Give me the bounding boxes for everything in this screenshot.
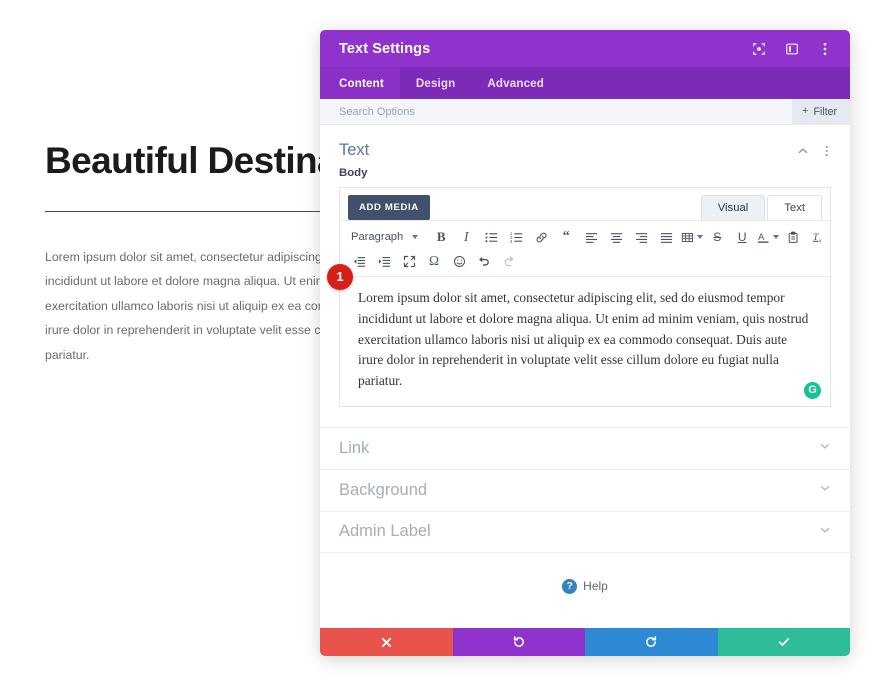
help-link[interactable]: ? Help: [320, 578, 850, 594]
tab-text[interactable]: Text: [767, 195, 822, 220]
blockquote-icon[interactable]: “: [556, 227, 576, 247]
step-badge: 1: [327, 264, 353, 290]
accordion-link-label: Link: [339, 438, 370, 457]
numbered-list-icon[interactable]: 1 2 3: [506, 227, 526, 247]
align-right-icon[interactable]: [631, 227, 651, 247]
more-vertical-icon[interactable]: [814, 38, 836, 60]
table-chevron-down-icon: [697, 235, 704, 239]
outdent-icon[interactable]: [349, 251, 369, 271]
italic-icon[interactable]: I: [456, 227, 476, 247]
modal-tabs: Content Design Advanced: [320, 67, 850, 99]
bold-icon[interactable]: B: [431, 227, 451, 247]
redo-button[interactable]: [585, 628, 718, 656]
link-icon[interactable]: [531, 227, 551, 247]
fullscreen-icon[interactable]: [399, 251, 419, 271]
modal-title: Text Settings: [339, 40, 431, 57]
accordion-link[interactable]: Link: [320, 426, 850, 469]
accordion-background-label: Background: [339, 480, 428, 499]
align-justify-icon[interactable]: [656, 227, 676, 247]
grammarly-icon[interactable]: G: [804, 381, 821, 399]
discard-button[interactable]: [320, 628, 453, 656]
accordion-background[interactable]: Background: [320, 468, 850, 511]
body-field-label: Body: [339, 167, 368, 179]
bulleted-list-icon[interactable]: [481, 227, 501, 247]
search-bar: + Filter: [320, 98, 850, 125]
chevron-down-icon: [819, 481, 831, 499]
editor-topbar: ADD MEDIA Visual Text: [340, 188, 830, 220]
clear-formatting-icon[interactable]: T x: [808, 227, 828, 247]
modal-header: Text Settings: [320, 30, 850, 67]
modal-header-actions: [748, 38, 836, 60]
underline-icon[interactable]: U: [732, 227, 752, 247]
panel-toggle-icon[interactable]: [781, 38, 803, 60]
tab-content[interactable]: Content: [320, 67, 400, 99]
chevron-down-icon: [819, 523, 831, 541]
help-icon: ?: [562, 578, 578, 594]
paragraph-format-select[interactable]: Paragraph: [349, 231, 422, 243]
text-settings-modal: Text Settings Content Design Advanced Se…: [320, 30, 850, 656]
screen: Beautiful Destination Lorem ipsum dolor …: [0, 0, 880, 690]
special-character-icon[interactable]: Ω: [424, 251, 444, 271]
section-actions: [794, 142, 836, 160]
tab-visual[interactable]: Visual: [700, 195, 766, 220]
table-icon[interactable]: [681, 231, 704, 244]
accordion-admin-label-label: Admin Label: [339, 522, 431, 541]
align-left-icon[interactable]: [581, 227, 601, 247]
wysiwyg-editor: ADD MEDIA Visual Text Paragraph B I 1 2 …: [327, 187, 831, 407]
body-field: Body ADD MEDIA Visual Text Paragraph B I…: [320, 167, 850, 407]
indent-icon[interactable]: [374, 251, 394, 271]
align-center-icon[interactable]: [606, 227, 626, 247]
strikethrough-icon[interactable]: S: [707, 227, 727, 247]
search-input[interactable]: [339, 105, 793, 118]
section-more-vertical-icon[interactable]: [818, 142, 836, 160]
chevron-down-icon: [412, 235, 419, 239]
modal-footer: [320, 628, 850, 656]
save-button[interactable]: [717, 628, 850, 656]
text-color-icon[interactable]: A: [757, 230, 780, 245]
target-icon[interactable]: [748, 38, 770, 60]
text-section-header: Text: [320, 125, 850, 167]
text-color-chevron-down-icon: [773, 235, 780, 239]
editor-mode-tabs: Visual Text: [699, 195, 822, 220]
redo-icon[interactable]: [499, 251, 519, 271]
section-title: Text: [339, 141, 370, 159]
tab-advanced[interactable]: Advanced: [471, 67, 560, 99]
editor-paragraph: Lorem ipsum dolor sit amet, consectetur …: [358, 290, 809, 389]
paste-as-text-icon[interactable]: [783, 227, 803, 247]
svg-text:x: x: [819, 238, 822, 244]
undo-icon[interactable]: [474, 251, 494, 271]
add-media-button[interactable]: ADD MEDIA: [348, 195, 430, 220]
settings-accordion: Link Background Admin Label: [320, 426, 850, 553]
svg-text:3: 3: [510, 238, 513, 243]
accordion-admin-label[interactable]: Admin Label: [320, 510, 850, 553]
modal-body: Text Body ADD MEDIA Visual Text Paragrap…: [320, 125, 850, 628]
chevron-up-icon[interactable]: [794, 142, 812, 160]
svg-text:A: A: [758, 231, 765, 241]
toolbar-row-1: Paragraph B I 1 2 3 “ S U A T x: [349, 226, 824, 248]
help-label: Help: [583, 579, 608, 594]
chevron-down-icon: [819, 439, 831, 457]
paragraph-format-label: Paragraph: [351, 231, 404, 243]
filter-label: Filter: [813, 105, 837, 118]
emoji-icon[interactable]: [449, 251, 469, 271]
plus-icon: +: [802, 105, 809, 117]
undo-button[interactable]: [452, 628, 585, 656]
editor-content-area[interactable]: 1 Lorem ipsum dolor sit amet, consectetu…: [327, 264, 830, 406]
tab-design[interactable]: Design: [400, 67, 472, 99]
editor-toolbar: Paragraph B I 1 2 3 “ S U A T x Ω: [340, 220, 830, 276]
toolbar-row-2: Ω: [349, 250, 824, 272]
filter-button[interactable]: + Filter: [792, 98, 850, 125]
